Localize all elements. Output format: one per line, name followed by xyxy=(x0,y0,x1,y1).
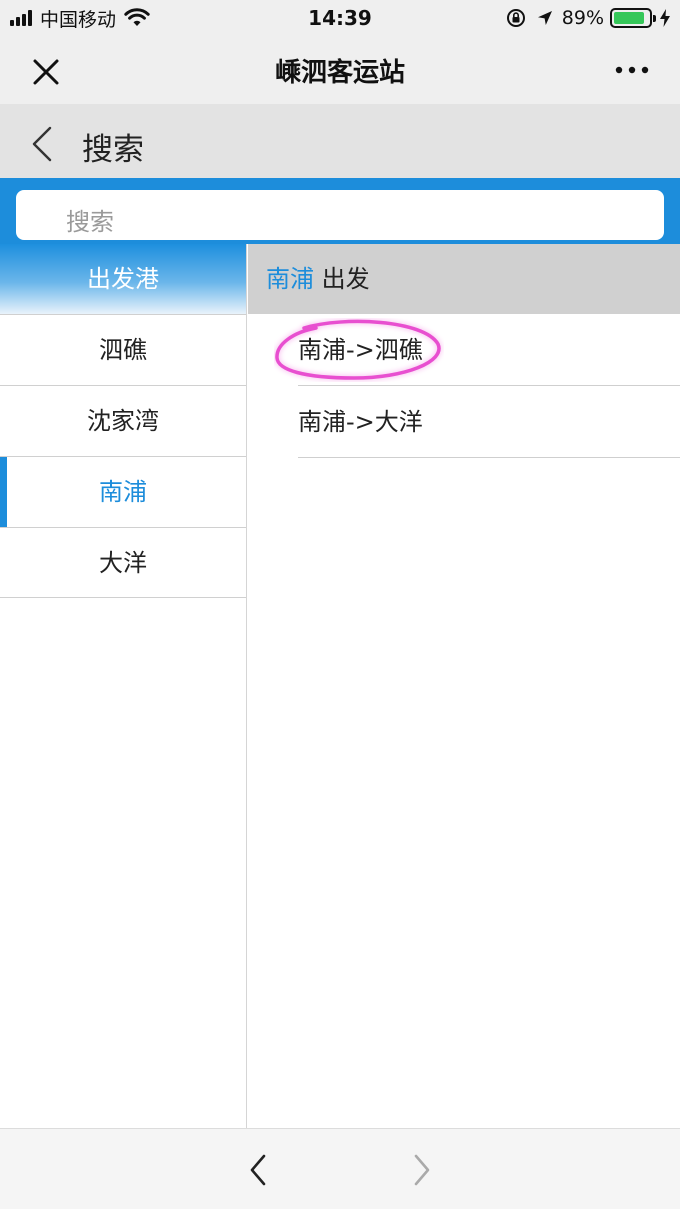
orientation-lock-icon xyxy=(506,9,525,27)
navbar-title: 嵊泗客运站 xyxy=(274,58,405,88)
port-item-sijiao[interactable]: 泗礁 xyxy=(0,314,246,385)
battery-percent: 89% xyxy=(561,7,604,29)
search-band xyxy=(0,178,680,244)
route-panel: 南浦 出发 南浦->泗礁 南浦->大洋 xyxy=(248,244,680,1128)
page-header: 搜索 xyxy=(0,104,680,178)
route-item-nanpu-sijiao[interactable]: 南浦->泗礁 xyxy=(298,314,680,386)
location-icon xyxy=(537,11,552,25)
bottom-toolbar xyxy=(0,1128,680,1209)
route-header-port: 南浦 xyxy=(266,265,314,293)
charging-icon xyxy=(660,9,670,27)
departure-port-list: 出发港 泗礁 沈家湾 南浦 大洋 xyxy=(0,244,247,1128)
departure-port-header: 出发港 xyxy=(0,244,246,314)
navbar: 嵊泗客运站 xyxy=(0,36,680,104)
battery-icon xyxy=(610,8,656,28)
port-item-nanpu[interactable]: 南浦 xyxy=(0,456,246,527)
chevron-left-icon[interactable] xyxy=(28,124,58,164)
route-header-suffix: 出发 xyxy=(321,265,370,293)
battery-fill xyxy=(614,12,645,24)
port-item-dayang[interactable]: 大洋 xyxy=(0,527,246,598)
status-right: 89% xyxy=(496,6,670,30)
route-item-nanpu-dayang[interactable]: 南浦->大洋 xyxy=(298,386,680,458)
port-item-shenjiawan[interactable]: 沈家湾 xyxy=(0,385,246,456)
more-icon[interactable] xyxy=(612,62,652,78)
browser-back-icon[interactable] xyxy=(244,1151,274,1189)
route-list: 南浦->泗礁 南浦->大洋 xyxy=(248,314,680,458)
search-input[interactable] xyxy=(16,190,664,240)
route-header: 南浦 出发 xyxy=(248,244,680,314)
status-bar: 中国移动 14:39 89% xyxy=(0,0,680,36)
browser-forward-icon[interactable] xyxy=(406,1151,436,1189)
page-title: 搜索 xyxy=(82,132,144,168)
